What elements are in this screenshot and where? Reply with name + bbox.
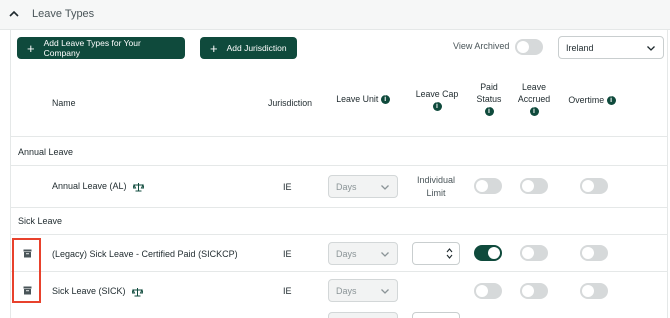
archive-icon[interactable] — [23, 286, 32, 295]
column-header-leave-accrued: Leave Accrued i — [513, 81, 555, 117]
overtime-label: Overtime — [568, 95, 605, 105]
column-header-leave-cap: Leave Cap i — [410, 88, 464, 112]
add-leave-types-button[interactable]: + Add Leave Types for Your Company — [17, 37, 185, 59]
info-icon[interactable]: i — [529, 107, 539, 117]
paid-status-toggle[interactable] — [474, 245, 502, 261]
info-icon[interactable]: i — [380, 95, 390, 105]
stepper-arrows-icon[interactable] — [446, 247, 453, 260]
leave-unit-select: Days — [328, 175, 398, 198]
leave-cap-cell: Individual Limit — [412, 174, 460, 200]
view-archived-toggle[interactable] — [515, 39, 543, 55]
divider — [11, 234, 667, 235]
leave-type-name: (Legacy) Sick Leave - Certified Paid (SI… — [52, 249, 238, 259]
paid-status-toggle[interactable] — [474, 178, 502, 194]
jurisdiction-cell: IE — [283, 182, 292, 192]
leave-cap-line-1: Individual — [416, 175, 456, 185]
balance-scale-icon — [132, 287, 144, 297]
divider — [11, 136, 667, 137]
leave-type-name-text: (Legacy) Sick Leave - Certified Paid (SI… — [52, 249, 238, 259]
info-icon[interactable]: i — [484, 107, 494, 117]
divider — [11, 207, 667, 208]
column-header-overtime: Overtime i — [562, 94, 622, 106]
section-title: Leave Types — [32, 8, 95, 20]
chevron-up-icon[interactable] — [8, 8, 20, 20]
divider — [11, 165, 667, 166]
add-leave-types-label: Add Leave Types for Your Company — [43, 38, 141, 58]
leave-unit-value: Days — [336, 181, 357, 192]
leave-unit-value: Days — [336, 248, 357, 259]
leave-cap-line-2: Limit — [426, 188, 446, 198]
overtime-toggle[interactable] — [580, 245, 608, 261]
chevron-down-icon — [381, 185, 389, 190]
paid-status-label-1: Paid — [480, 82, 498, 92]
leave-cap-stepper[interactable] — [412, 242, 460, 265]
overtime-toggle[interactable] — [580, 283, 608, 299]
leave-accrued-toggle[interactable] — [520, 245, 548, 261]
leave-unit-select — [328, 312, 398, 318]
archive-icon[interactable] — [23, 249, 32, 258]
paid-status-label-2: Status — [476, 94, 502, 104]
jurisdiction-cell: IE — [283, 286, 292, 296]
balance-scale-icon — [133, 182, 145, 192]
leave-cap-label: Leave Cap — [415, 89, 459, 99]
leave-unit-label: Leave Unit — [336, 94, 379, 104]
column-header-paid-status: Paid Status i — [470, 81, 508, 117]
overtime-toggle[interactable] — [580, 178, 608, 194]
chevron-down-icon — [381, 252, 389, 257]
leave-types-panel — [10, 30, 668, 318]
add-jurisdiction-button[interactable]: + Add Jurisdiction — [200, 37, 297, 59]
plus-icon: + — [210, 40, 218, 56]
leave-accrued-toggle[interactable] — [520, 178, 548, 194]
column-header-leave-unit: Leave Unit i — [328, 93, 398, 105]
view-archived-label: View Archived — [453, 41, 510, 51]
add-jurisdiction-label: Add Jurisdiction — [226, 43, 287, 53]
leave-unit-select: Days — [328, 242, 398, 265]
section-header[interactable]: Leave Types — [0, 0, 670, 30]
divider — [11, 271, 667, 272]
leave-unit-select: Days — [328, 279, 398, 302]
paid-status-toggle[interactable] — [474, 283, 502, 299]
group-label-sick-leave: Sick Leave — [18, 216, 63, 226]
leave-type-name: Sick Leave (SICK) — [52, 286, 144, 297]
country-select[interactable]: Ireland — [558, 36, 664, 59]
plus-icon: + — [27, 40, 35, 56]
leave-accrued-toggle[interactable] — [520, 283, 548, 299]
country-select-value: Ireland — [566, 42, 594, 53]
chevron-down-icon — [381, 289, 389, 294]
info-icon[interactable]: i — [432, 102, 442, 112]
leave-type-name-text: Sick Leave (SICK) — [52, 286, 126, 296]
column-header-name: Name — [52, 98, 76, 108]
column-header-jurisdiction: Jurisdiction — [267, 98, 312, 108]
leave-type-name-text: Annual Leave (AL) — [52, 181, 127, 191]
leave-accrued-label-1: Leave — [522, 82, 546, 92]
leave-cap-stepper[interactable] — [412, 312, 460, 318]
leave-unit-value: Days — [336, 285, 357, 296]
info-icon[interactable]: i — [606, 96, 616, 106]
jurisdiction-cell: IE — [283, 249, 292, 259]
leave-accrued-label-2: Accrued — [517, 94, 551, 104]
chevron-down-icon — [647, 46, 655, 51]
group-label-annual-leave: Annual Leave — [18, 147, 74, 157]
leave-type-name: Annual Leave (AL) — [52, 181, 145, 192]
